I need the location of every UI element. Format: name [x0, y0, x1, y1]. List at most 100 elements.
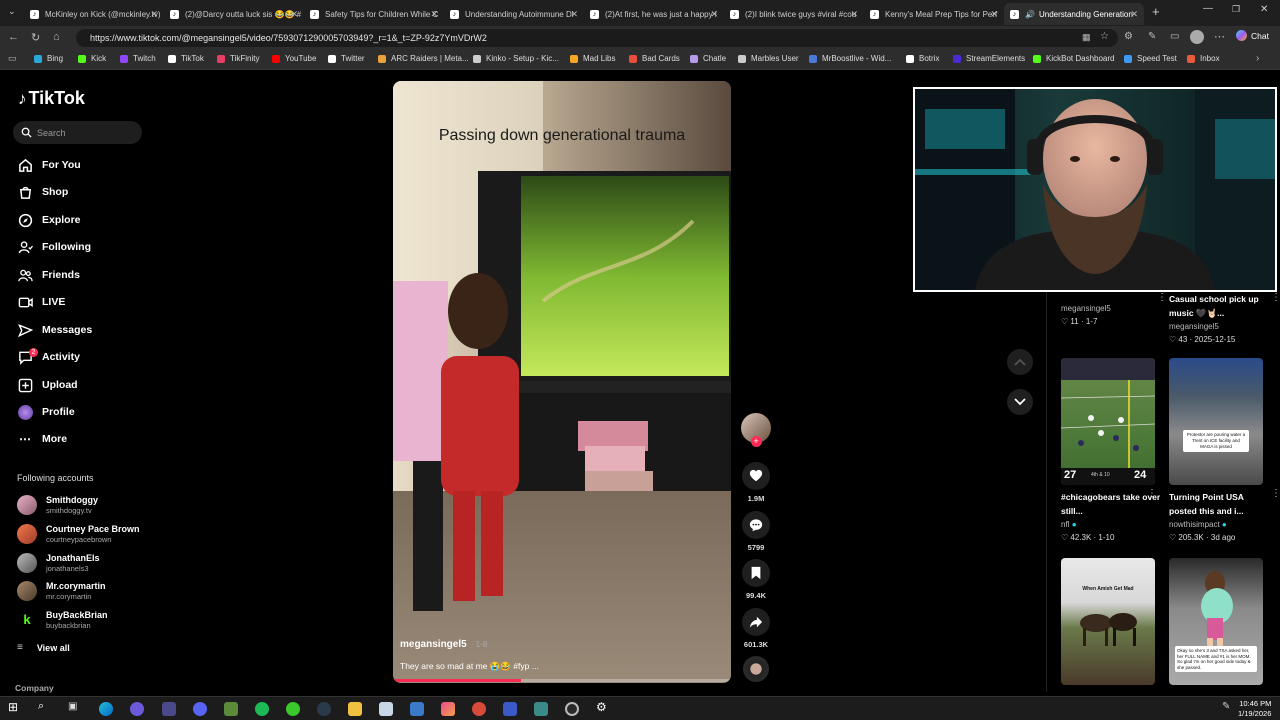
search-icon[interactable]: ⌕ — [38, 700, 52, 714]
browser-tab[interactable]: ♪ Understanding Autoimmune Di ✕ — [444, 3, 584, 25]
close-tab-icon[interactable]: ✕ — [570, 9, 578, 20]
app-icon[interactable] — [379, 702, 393, 716]
close-tab-icon[interactable]: ✕ — [290, 9, 298, 20]
bookmark-tikfinity[interactable]: TikFinity — [217, 54, 259, 63]
system-clock[interactable]: 10:46 PM 1/19/2026 — [1238, 699, 1271, 719]
search-input[interactable] — [37, 127, 132, 138]
bookmark-kick[interactable]: Kick — [78, 54, 106, 63]
view-all-button[interactable]: ≡ View all — [17, 642, 70, 653]
following-account[interactable]: JonathanEls jonathanels3 — [17, 551, 100, 575]
app-icon[interactable] — [162, 702, 176, 716]
settings-gear-icon[interactable]: ⚙ — [596, 700, 610, 714]
extension-icon[interactable]: ✎ — [1148, 31, 1156, 42]
bookmarks-overflow-icon[interactable]: › — [1256, 53, 1259, 64]
bookmark-inbox[interactable]: Inbox — [1187, 54, 1220, 63]
nav-explore[interactable]: Explore — [17, 210, 81, 230]
browser-tab[interactable]: ♪ Kenny's Meal Prep Tips for Perf ✕ — [864, 3, 1004, 25]
new-tab-icon[interactable]: + — [1152, 4, 1160, 19]
pen-tray-icon[interactable]: ✎ — [1222, 701, 1236, 715]
search-box[interactable] — [13, 121, 142, 144]
xbox-icon[interactable] — [286, 702, 300, 716]
speaker-icon[interactable]: 🔊 — [1025, 10, 1035, 19]
close-tab-icon[interactable]: ✕ — [1130, 9, 1138, 20]
bookmark-kickbot[interactable]: KickBot Dashboard — [1033, 54, 1114, 63]
bookmark-streamelements[interactable]: StreamElements — [953, 54, 1025, 63]
maximize-icon[interactable]: ❐ — [1232, 4, 1240, 15]
app-icon[interactable] — [503, 702, 517, 716]
tab-actions-icon[interactable]: ⌄ — [8, 6, 16, 17]
music-disc-button[interactable] — [741, 656, 771, 682]
following-account[interactable]: k BuyBackBrian buybackbrian — [17, 608, 108, 632]
browser-tab[interactable]: ♪ Safety Tips for Children While C ✕ — [304, 3, 444, 25]
app-icon[interactable] — [410, 702, 424, 716]
more-options-icon[interactable]: ⋮ — [1271, 292, 1280, 303]
nav-profile[interactable]: Profile — [17, 402, 75, 422]
following-account[interactable]: Courtney Pace Brown courtneypacebrown — [17, 522, 140, 546]
share-button[interactable]: 601.3K — [741, 608, 771, 649]
favorite-star-icon[interactable]: ☆ — [1100, 31, 1109, 42]
browser-tab[interactable]: ♪ (2)@Darcy outta luck sis 😂😂 # ✕ — [164, 3, 304, 25]
bookmark-kinko[interactable]: Kinko - Setup - Kic... — [473, 54, 559, 63]
close-tab-icon[interactable]: ✕ — [150, 9, 158, 20]
windows-start-icon[interactable]: ⊞ — [8, 700, 22, 714]
task-view-icon[interactable]: ▣ — [68, 701, 82, 715]
bookmark-speed-test[interactable]: Speed Test — [1124, 54, 1177, 63]
close-tab-icon[interactable]: ✕ — [430, 9, 438, 20]
bookmark-botrix[interactable]: Botrix — [906, 54, 939, 63]
app-icon[interactable] — [534, 702, 548, 716]
bookmark-tiktok[interactable]: TikTok — [168, 54, 204, 63]
more-options-icon[interactable]: ⋮ — [1271, 488, 1280, 499]
bookmark-twitter[interactable]: Twitter — [328, 54, 365, 63]
video-description[interactable]: They are so mad at me 😭😂 #fyp ... — [400, 661, 539, 672]
apps-icon[interactable]: ▭ — [8, 53, 17, 64]
nav-shop[interactable]: Shop — [17, 182, 68, 202]
browser-tab[interactable]: ♪ McKinley on Kick (@mckinley.tv) ✕ — [24, 3, 164, 25]
video-player[interactable]: Passing down generational trauma megansi… — [393, 81, 731, 683]
back-icon[interactable]: ← — [8, 31, 19, 43]
video-progress-bar[interactable] — [393, 679, 731, 682]
browser-tab[interactable]: ♪ (2)At first, he was just a happy l ✕ — [584, 3, 724, 25]
video-card[interactable]: 27 4th & 10 24 #chicagobears take over s… — [1061, 358, 1161, 544]
nav-for-you[interactable]: For You — [17, 155, 81, 175]
reader-view-icon[interactable]: ▦ — [1082, 32, 1091, 43]
bookmark-chatle[interactable]: Chatle — [690, 54, 726, 63]
sidebar-toggle-icon[interactable]: ▭ — [1170, 31, 1179, 42]
nav-messages[interactable]: Messages — [17, 320, 92, 340]
more-options-icon[interactable]: ⋮ — [1157, 292, 1167, 303]
bookmark-arc-raiders[interactable]: ARC Raiders | Meta... — [378, 54, 469, 63]
follow-plus-icon[interactable]: + — [750, 436, 762, 447]
refresh-icon[interactable]: ↻ — [31, 31, 40, 44]
browser-tab-active[interactable]: ♪ 🔊 Understanding Generation ✕ — [1004, 3, 1144, 25]
following-account[interactable]: Smithdoggy smithdoggy.tv — [17, 493, 98, 517]
spotify-icon[interactable] — [255, 702, 269, 716]
bookmark-twitch[interactable]: Twitch — [120, 54, 156, 63]
next-video-button[interactable] — [1007, 389, 1033, 415]
profile-avatar-icon[interactable] — [1190, 30, 1204, 44]
url-field[interactable]: https://www.tiktok.com/@megansingel5/vid… — [76, 29, 1118, 47]
nav-activity[interactable]: Activity — [17, 347, 80, 367]
close-window-icon[interactable]: ✕ — [1260, 4, 1268, 15]
photos-icon[interactable] — [441, 702, 455, 716]
bookmark-mrboostlive[interactable]: MrBoostlive - Wid... — [809, 54, 891, 63]
bookmark-marbles[interactable]: Marbles User — [738, 54, 799, 63]
nav-following[interactable]: Following — [17, 237, 91, 257]
close-tab-icon[interactable]: ✕ — [710, 9, 718, 20]
close-tab-icon[interactable]: ✕ — [990, 9, 998, 20]
menu-dots-icon[interactable]: ⋯ — [1214, 30, 1225, 43]
save-button[interactable]: 99.4K — [741, 559, 771, 600]
chrome-icon[interactable] — [130, 702, 144, 716]
minecraft-icon[interactable] — [224, 702, 238, 716]
nav-friends[interactable]: Friends — [17, 265, 80, 285]
video-card[interactable]: Protestor are pouring water a Trent on I… — [1169, 358, 1269, 544]
video-card[interactable]: Casual school pick up music 🖤🤘🏻... megan… — [1169, 292, 1273, 346]
video-card[interactable]: When Amish Get Mad — [1061, 558, 1161, 685]
video-card[interactable]: megansingel5 ♡ 11 · 1-7 — [1061, 302, 1161, 328]
extensions-icon[interactable]: ⚙ — [1124, 31, 1133, 42]
discord-icon[interactable] — [193, 702, 207, 716]
app-icon[interactable] — [472, 702, 486, 716]
comment-button[interactable]: 5799 — [741, 511, 771, 552]
nav-upload[interactable]: Upload — [17, 375, 78, 395]
video-author[interactable]: megansingel5 · 1-8 — [400, 639, 487, 650]
minimize-icon[interactable]: — — [1203, 3, 1213, 14]
video-card[interactable]: Okay so she's 3 and TSA asked her, her F… — [1169, 558, 1269, 685]
